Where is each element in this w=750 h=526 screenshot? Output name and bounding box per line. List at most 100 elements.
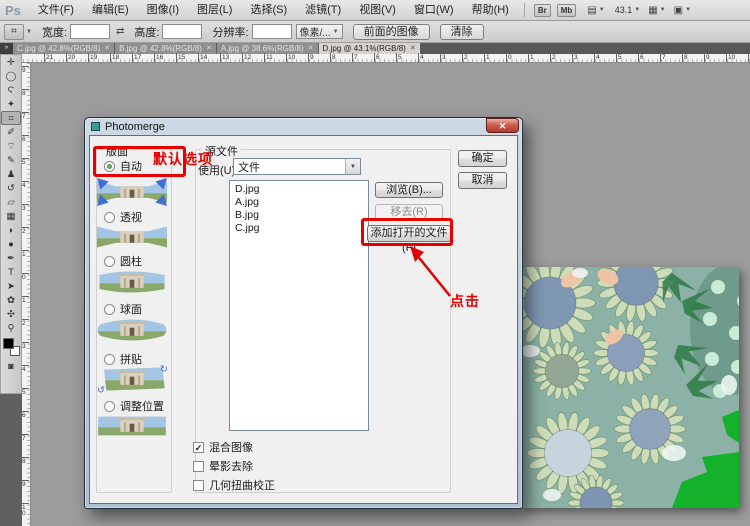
quick-mask-button[interactable]: ◙ [1, 359, 21, 372]
type-tool[interactable]: T [1, 265, 21, 279]
menu-item-1[interactable]: 编辑(E) [83, 4, 138, 16]
document-canvas[interactable] [522, 267, 739, 508]
svg-text:↻: ↻ [160, 364, 167, 374]
menu-item-5[interactable]: 滤镜(T) [296, 4, 350, 16]
eyedropper-tool[interactable]: ✐ [1, 125, 21, 139]
hand-tool[interactable]: ✣ [1, 307, 21, 321]
chevron-down-icon: ▼ [599, 7, 605, 13]
height-input[interactable] [162, 24, 202, 39]
color-swatches[interactable] [1, 337, 21, 359]
screen-mode-icon[interactable]: ▣ [674, 5, 683, 16]
checkbox-unchecked[interactable] [193, 480, 204, 491]
tool-palette: ✛◯Ϛ✦⌗✐⌔✎♟↺▱▦◗●✒T➤✿✣⚲ ◙ [0, 54, 22, 394]
quick-selection-tool[interactable]: ✦ [1, 97, 21, 111]
marquee-tool[interactable]: ◯ [1, 69, 21, 83]
zoom-level[interactable]: 43.1 [615, 5, 633, 15]
layout-thumbnail-reposition [97, 411, 167, 441]
file-list-item[interactable]: A.jpg [230, 196, 368, 209]
checkbox-row[interactable]: ✓ 混合图像 [193, 439, 253, 455]
arrange-documents-icon[interactable]: ▦ [648, 5, 657, 16]
front-image-button[interactable]: 前面的图像 [353, 24, 430, 40]
path-select-tool[interactable]: ➤ [1, 279, 21, 293]
file-list-item[interactable]: D.jpg [230, 183, 368, 196]
menu-item-3[interactable]: 图层(L) [188, 4, 241, 16]
radio-spherical[interactable] [104, 304, 115, 315]
move-tool[interactable]: ✛ [1, 55, 21, 69]
checkbox-label: 几何扭曲校正 [209, 477, 275, 493]
gradient-tool[interactable]: ▦ [1, 209, 21, 223]
brush-tool[interactable]: ✎ [1, 153, 21, 167]
resolution-unit-select[interactable]: 像素/...▼ [296, 24, 343, 39]
radio-cylindrical[interactable] [104, 256, 115, 267]
resolution-input[interactable] [252, 24, 292, 39]
chevron-down-icon: ▼ [634, 7, 640, 13]
healing-brush-tool[interactable]: ⌔ [1, 139, 21, 153]
radio-perspective[interactable] [104, 212, 115, 223]
menu-item-7[interactable]: 窗口(W) [405, 4, 463, 16]
checkbox-label: 混合图像 [209, 439, 253, 455]
menu-item-0[interactable]: 文件(F) [29, 4, 83, 16]
foreground-color-swatch[interactable] [3, 338, 14, 349]
ps-logo: Ps [0, 3, 29, 18]
layout-thumbnail-cylindrical [97, 267, 167, 297]
minibridge-button[interactable]: Mb [557, 4, 577, 17]
eraser-tool[interactable]: ▱ [1, 195, 21, 209]
radio-reposition[interactable] [104, 401, 115, 412]
chevron-down-icon: ▼ [685, 7, 691, 13]
width-input[interactable] [70, 24, 110, 39]
divider [524, 3, 525, 17]
history-brush-tool[interactable]: ↺ [1, 181, 21, 195]
menu-item-2[interactable]: 图像(I) [138, 4, 188, 16]
swap-dimensions-icon[interactable]: ⇄ [116, 26, 124, 37]
panel-chevron-icon[interactable]: » [0, 43, 13, 54]
crop-tool-icon[interactable]: ⌗ [4, 24, 24, 40]
zoom-tool[interactable]: ⚲ [1, 321, 21, 335]
use-select-value: 文件 [238, 159, 260, 175]
checkbox-unchecked[interactable] [193, 461, 204, 472]
width-label: 宽度: [42, 24, 67, 40]
blur-tool[interactable]: ◗ [1, 223, 21, 237]
clear-button[interactable]: 清除 [440, 24, 484, 40]
options-bar: ⌗ ▼ 宽度: ⇄ 高度: 分辨率: 像素/...▼ 前面的图像 清除 [0, 21, 750, 43]
crop-tool[interactable]: ⌗ [1, 111, 21, 125]
radio-collage[interactable] [104, 354, 115, 365]
layout-thumbnail-spherical [97, 315, 167, 345]
cancel-button[interactable]: 取消 [458, 172, 507, 189]
file-list-item[interactable]: C.jpg [230, 222, 368, 235]
checkbox-row[interactable]: 晕影去除 [193, 458, 253, 474]
checkbox-checked[interactable]: ✓ [193, 442, 204, 453]
pen-tool[interactable]: ✒ [1, 251, 21, 265]
photoshop-window: Ps 文件(F)编辑(E)图像(I)图层(L)选择(S)滤镜(T)视图(V)窗口… [0, 0, 750, 526]
menu-item-8[interactable]: 帮助(H) [463, 4, 518, 16]
horizontal-ruler: 2120191817161514131211109876543210123456… [10, 54, 750, 63]
click-annotation: 点击 [450, 291, 480, 311]
chevron-down-icon: ▼ [26, 29, 32, 35]
dodge-tool[interactable]: ● [1, 237, 21, 251]
view-extras-icon[interactable]: ▤ [587, 5, 596, 16]
lasso-tool[interactable]: Ϛ [1, 83, 21, 97]
vertical-ruler: 98765432101234567891011 [22, 63, 31, 526]
close-button[interactable]: ✕ [486, 118, 519, 133]
layout-thumbnail-collage: ↻↺ [97, 364, 167, 394]
ok-button[interactable]: 确定 [458, 150, 507, 167]
menu-item-4[interactable]: 选择(S) [241, 4, 296, 16]
source-file-list[interactable]: D.jpgA.jpgB.jpgC.jpg [229, 180, 369, 431]
tab-close-icon[interactable]: ✕ [410, 43, 416, 54]
menu-bar: Ps 文件(F)编辑(E)图像(I)图层(L)选择(S)滤镜(T)视图(V)窗口… [0, 0, 750, 21]
layout-thumbnail-perspective [97, 222, 167, 252]
document-tab-0[interactable]: C.jpg @ 42.8%(RGB/8)✕ [13, 43, 115, 54]
checkbox-label: 晕影去除 [209, 458, 253, 474]
file-list-item[interactable]: B.jpg [230, 209, 368, 222]
dialog-icon [91, 122, 100, 131]
shape-tool[interactable]: ✿ [1, 293, 21, 307]
browse-button[interactable]: 浏览(B)... [375, 182, 443, 198]
dialog-title-bar[interactable]: Photomerge [87, 119, 520, 134]
dialog-title: Photomerge [105, 121, 165, 133]
bridge-button[interactable]: Br [534, 4, 551, 17]
use-select[interactable]: 文件 ▼ [233, 158, 361, 175]
default-option-annotation: 默认选项 [153, 149, 213, 169]
checkbox-row[interactable]: 几何扭曲校正 [193, 477, 275, 493]
clone-stamp-tool[interactable]: ♟ [1, 167, 21, 181]
menu-item-6[interactable]: 视图(V) [350, 4, 405, 16]
menu-items: 文件(F)编辑(E)图像(I)图层(L)选择(S)滤镜(T)视图(V)窗口(W)… [29, 0, 518, 21]
